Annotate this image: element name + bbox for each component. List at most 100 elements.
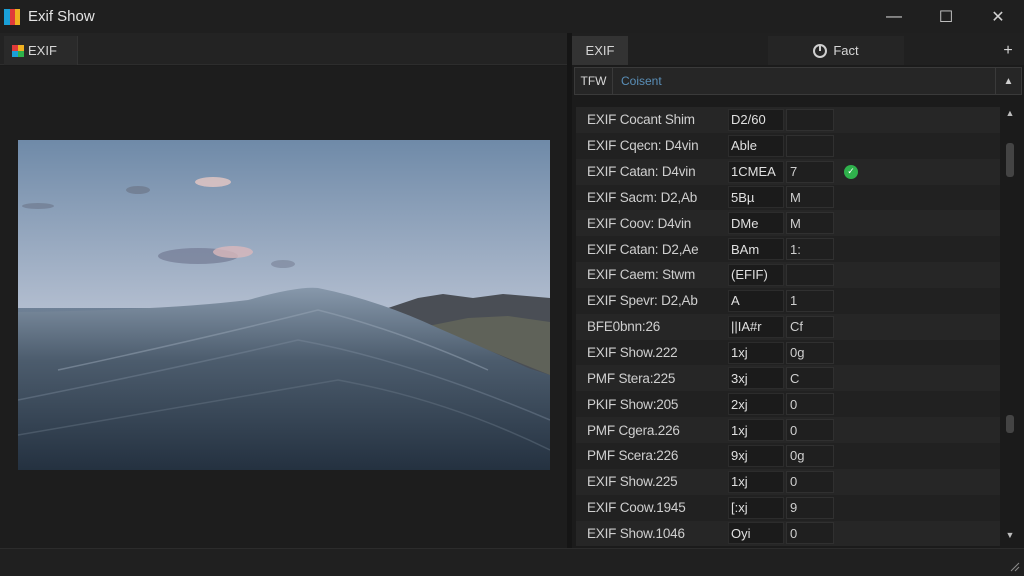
table-row[interactable]: PMF Cgera.226 1xj 0 — [576, 417, 1000, 443]
row-value-field[interactable]: Able — [728, 134, 784, 157]
table-row[interactable]: EXIF Cqecn: D4vin Able — [576, 132, 1000, 159]
row-secondary-field[interactable]: 0 — [786, 419, 834, 442]
row-label: EXIF Cocant Shim — [587, 112, 695, 128]
clock-icon — [813, 43, 828, 58]
row-label: EXIF Show.1046 — [587, 525, 685, 541]
table-row[interactable]: EXIF Coow.1945 [:xj 9 — [576, 494, 1000, 521]
row-label: EXIF Show.222 — [587, 345, 678, 361]
scroll-thumb-secondary[interactable] — [1006, 415, 1014, 433]
row-label: BFE0bnn:26 — [587, 319, 661, 335]
row-secondary-field[interactable]: 0 — [786, 393, 834, 416]
row-label: EXIF Catan: D4vin — [587, 164, 696, 180]
left-tab-strip: EXIF — [0, 33, 567, 65]
maximize-icon: ☐ — [938, 8, 954, 26]
row-secondary-field[interactable] — [786, 108, 834, 131]
row-secondary-field[interactable]: M — [786, 186, 834, 209]
row-label: PMF Stera:225 — [587, 370, 676, 386]
scroll-thumb[interactable] — [1006, 143, 1014, 177]
filter-dropdown-button[interactable]: ▲ — [995, 68, 1021, 94]
pane-splitter[interactable] — [567, 33, 572, 548]
image-preview-pane — [0, 66, 567, 548]
table-row[interactable]: PMF Stera:225 3xj C — [576, 365, 1000, 392]
row-secondary-field[interactable]: 9 — [786, 496, 834, 519]
scroll-up-icon[interactable]: ▲ — [1003, 107, 1017, 119]
row-label: PKIF Show:205 — [587, 396, 679, 412]
row-label: EXIF Catan: D2,Ae — [587, 241, 699, 257]
table-row[interactable]: EXIF Catan: D2,Ae BAm 1: — [576, 236, 1000, 263]
tab-exif[interactable]: EXIF — [572, 36, 628, 65]
row-value-field[interactable]: 1xj — [728, 470, 784, 493]
row-secondary-field[interactable] — [786, 134, 834, 157]
table-row[interactable]: PMF Scera:226 9xj 0g — [576, 442, 1000, 469]
status-bar — [0, 548, 1024, 576]
row-label: EXIF Caem: Stwm — [587, 267, 696, 283]
row-secondary-field[interactable]: C — [786, 367, 834, 390]
row-value-field[interactable]: 9xj — [728, 444, 784, 467]
row-value-field[interactable]: D2/60 — [728, 108, 784, 131]
table-row[interactable]: EXIF Show.225 1xj 0 — [576, 468, 1000, 495]
row-value-field[interactable]: Oyi — [728, 522, 784, 545]
row-value-field[interactable]: ||IA#r — [728, 315, 784, 338]
row-label: EXIF Cqecn: D4vin — [587, 138, 699, 154]
row-value-field[interactable]: 2xj — [728, 393, 784, 416]
table-row[interactable]: PKIF Show:205 2xj 0 — [576, 391, 1000, 418]
scroll-down-icon[interactable]: ▼ — [1003, 529, 1017, 541]
row-secondary-field[interactable] — [786, 263, 834, 286]
table-row[interactable]: EXIF Show.1046 Oyi 0 — [576, 520, 1000, 547]
row-secondary-field[interactable]: 0 — [786, 522, 834, 545]
row-value-field[interactable]: DMe — [728, 212, 784, 235]
close-button[interactable]: ✕ — [972, 0, 1024, 33]
row-value-field[interactable]: 3xj — [728, 367, 784, 390]
row-secondary-field[interactable]: 1 — [786, 289, 834, 312]
table-row[interactable]: EXIF Coov: D4vin DMe M — [576, 210, 1000, 237]
filter-input[interactable] — [613, 68, 995, 94]
row-label: PMF Scera:226 — [587, 448, 679, 464]
row-secondary-field[interactable]: Cf — [786, 315, 834, 338]
add-tab-button[interactable]: + — [998, 36, 1018, 65]
tab-exif-image[interactable]: EXIF — [4, 36, 78, 65]
app-logo-icon — [4, 8, 20, 25]
vertical-scrollbar[interactable]: ▲ ▼ — [1003, 107, 1017, 541]
tab-label: EXIF — [585, 43, 615, 58]
exif-table: EXIF Cocant Shim D2/60 EXIF Cqecn: D4vin Ab… — [576, 107, 1000, 547]
table-row[interactable]: EXIF Catan: D4vin 1CMEA 7 ✓ — [576, 158, 1000, 185]
window-controls: — ☐ ✕ — [868, 0, 1024, 33]
window-title: Exif Show — [28, 8, 95, 25]
table-row[interactable]: EXIF Sacm: D2,Ab 5Bµ M — [576, 184, 1000, 211]
table-row[interactable]: EXIF Show.222 1xj 0g — [576, 339, 1000, 366]
row-label: EXIF Sacm: D2,Ab — [587, 189, 698, 205]
row-secondary-field[interactable]: 7 — [786, 160, 834, 183]
row-value-field[interactable]: [:xj — [728, 496, 784, 519]
row-label: EXIF Spevr: D2,Ab — [587, 293, 698, 309]
exif-tab-icon — [12, 44, 24, 57]
row-secondary-field[interactable]: 0 — [786, 470, 834, 493]
title-bar: Exif Show — ☐ ✕ — [0, 0, 1024, 33]
row-secondary-field[interactable]: 1: — [786, 238, 834, 261]
row-value-field[interactable]: 1CMEA — [728, 160, 784, 183]
minimize-button[interactable]: — — [868, 0, 920, 33]
tab-label: Fact — [833, 43, 859, 58]
photo-preview[interactable] — [18, 140, 550, 470]
row-value-field[interactable]: A — [728, 289, 784, 312]
row-value-field[interactable]: 1xj — [728, 341, 784, 364]
row-label: EXIF Show.225 — [587, 474, 678, 490]
tab-label: EXIF — [28, 43, 57, 58]
resize-grip-icon[interactable] — [1008, 560, 1020, 572]
row-value-field[interactable]: 1xj — [728, 419, 784, 442]
row-value-field[interactable]: 5Bµ — [728, 186, 784, 209]
minimize-icon: — — [886, 7, 902, 25]
tab-fact[interactable]: Fact — [768, 36, 904, 65]
table-row[interactable]: EXIF Spevr: D2,Ab A 1 — [576, 287, 1000, 314]
table-row[interactable]: EXIF Cocant Shim D2/60 — [576, 107, 1000, 133]
plus-icon: + — [1003, 41, 1013, 59]
table-row[interactable]: EXIF Caem: Stwm (EFIF) — [576, 262, 1000, 288]
row-value-field[interactable]: (EFIF) — [728, 263, 784, 286]
row-value-field[interactable]: BAm — [728, 238, 784, 261]
row-secondary-field[interactable]: 0g — [786, 341, 834, 364]
maximize-button[interactable]: ☐ — [920, 0, 972, 33]
row-label: EXIF Coov: D4vin — [587, 215, 692, 231]
row-label: PMF Cgera.226 — [587, 422, 680, 438]
row-secondary-field[interactable]: M — [786, 212, 834, 235]
table-row[interactable]: BFE0bnn:26 ||IA#r Cf — [576, 313, 1000, 340]
row-secondary-field[interactable]: 0g — [786, 444, 834, 467]
